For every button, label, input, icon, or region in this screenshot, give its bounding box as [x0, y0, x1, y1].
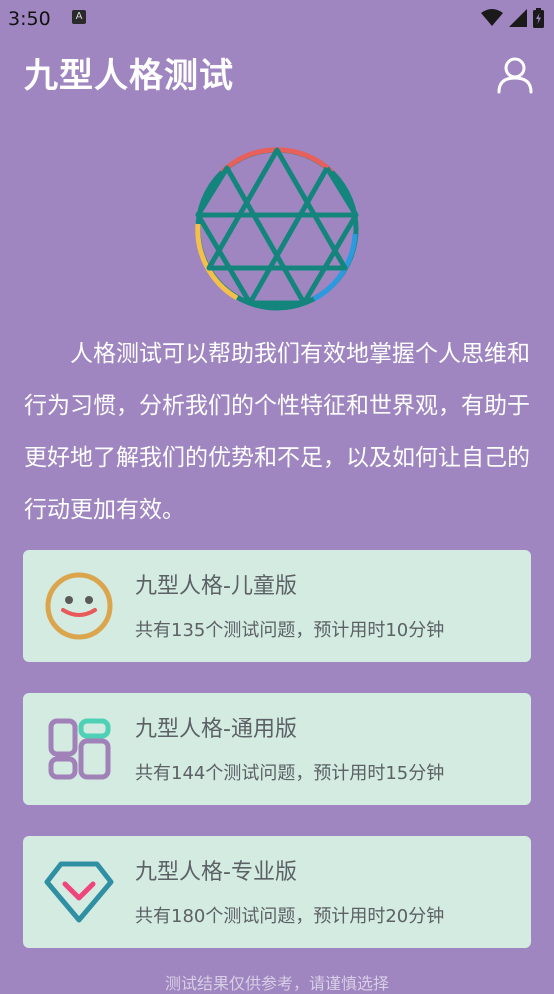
card-subtitle: 共有135个测试问题，预计用时10分钟	[135, 620, 445, 641]
test-card-children[interactable]: 九型人格-儿童版 共有135个测试问题，预计用时10分钟	[23, 550, 531, 662]
wifi-icon	[481, 9, 503, 26]
profile-button[interactable]	[496, 56, 534, 94]
status-time: 3:50	[8, 8, 51, 30]
card-subtitle: 共有144个测试问题，预计用时15分钟	[135, 763, 445, 784]
smiley-face-icon	[45, 572, 113, 640]
signal-icon	[509, 9, 527, 27]
description-text: 人格测试可以帮助我们有效地掌握个人思维和行为习惯，分析我们的个性特征和世界观，有…	[24, 341, 530, 523]
card-subtitle: 共有180个测试问题，预计用时20分钟	[135, 906, 445, 927]
card-title: 九型人格-专业版	[135, 860, 297, 885]
card-title: 九型人格-通用版	[135, 717, 297, 742]
person-outline-icon	[497, 57, 533, 94]
grid-blocks-icon	[48, 718, 111, 780]
status-indicators	[481, 8, 544, 28]
notification-icon: A	[72, 10, 86, 24]
diamond-check-icon	[44, 861, 114, 923]
app-title: 九型人格测试	[24, 56, 234, 96]
battery-icon	[533, 8, 544, 28]
status-bar: 3:50 A	[0, 0, 554, 38]
card-title: 九型人格-儿童版	[135, 574, 297, 599]
test-card-general[interactable]: 九型人格-通用版 共有144个测试问题，预计用时15分钟	[23, 693, 531, 805]
test-card-professional[interactable]: 九型人格-专业版 共有180个测试问题，预计用时20分钟	[23, 836, 531, 948]
footer-disclaimer: 测试结果仅供参考，请谨慎选择	[164, 974, 389, 993]
enneagram-icon	[195, 147, 359, 311]
